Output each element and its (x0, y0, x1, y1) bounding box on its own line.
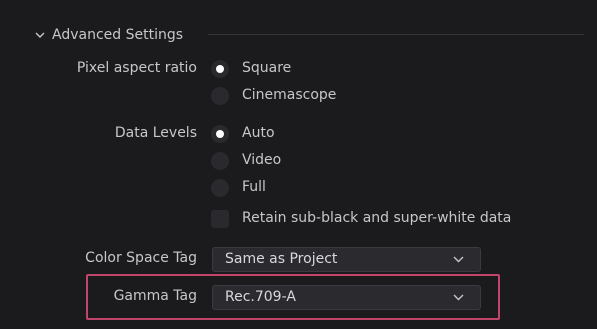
radio-cinemascope-label[interactable]: Cinemascope (242, 87, 336, 103)
radio-video[interactable] (211, 152, 229, 170)
radio-auto-label[interactable]: Auto (242, 125, 275, 141)
radio-video-label[interactable]: Video (242, 152, 281, 168)
radio-cinemascope[interactable] (211, 87, 229, 105)
radio-auto[interactable] (211, 125, 229, 143)
gamma-tag-highlight (86, 274, 500, 320)
section-title: Advanced Settings (52, 27, 184, 43)
section-divider (208, 34, 584, 35)
retain-sub-black-checkbox[interactable] (211, 210, 229, 228)
color-space-tag-select[interactable]: Same as Project (212, 247, 481, 272)
advanced-settings-toggle[interactable]: Advanced Settings (34, 24, 183, 46)
radio-square[interactable] (211, 60, 229, 78)
radio-full-label[interactable]: Full (242, 179, 266, 195)
chevron-down-icon (35, 32, 45, 38)
advanced-settings-panel: Advanced Settings Pixel aspect ratio Squ… (0, 0, 597, 329)
pixel-aspect-ratio-label: Pixel aspect ratio (76, 60, 197, 76)
color-space-tag-value: Same as Project (225, 251, 338, 267)
data-levels-label: Data Levels (114, 125, 197, 141)
radio-square-label[interactable]: Square (242, 60, 291, 76)
retain-sub-black-label[interactable]: Retain sub-black and super-white data (242, 210, 511, 226)
chevron-down-icon (453, 256, 464, 263)
color-space-tag-label: Color Space Tag (85, 250, 197, 266)
radio-full[interactable] (211, 179, 229, 197)
